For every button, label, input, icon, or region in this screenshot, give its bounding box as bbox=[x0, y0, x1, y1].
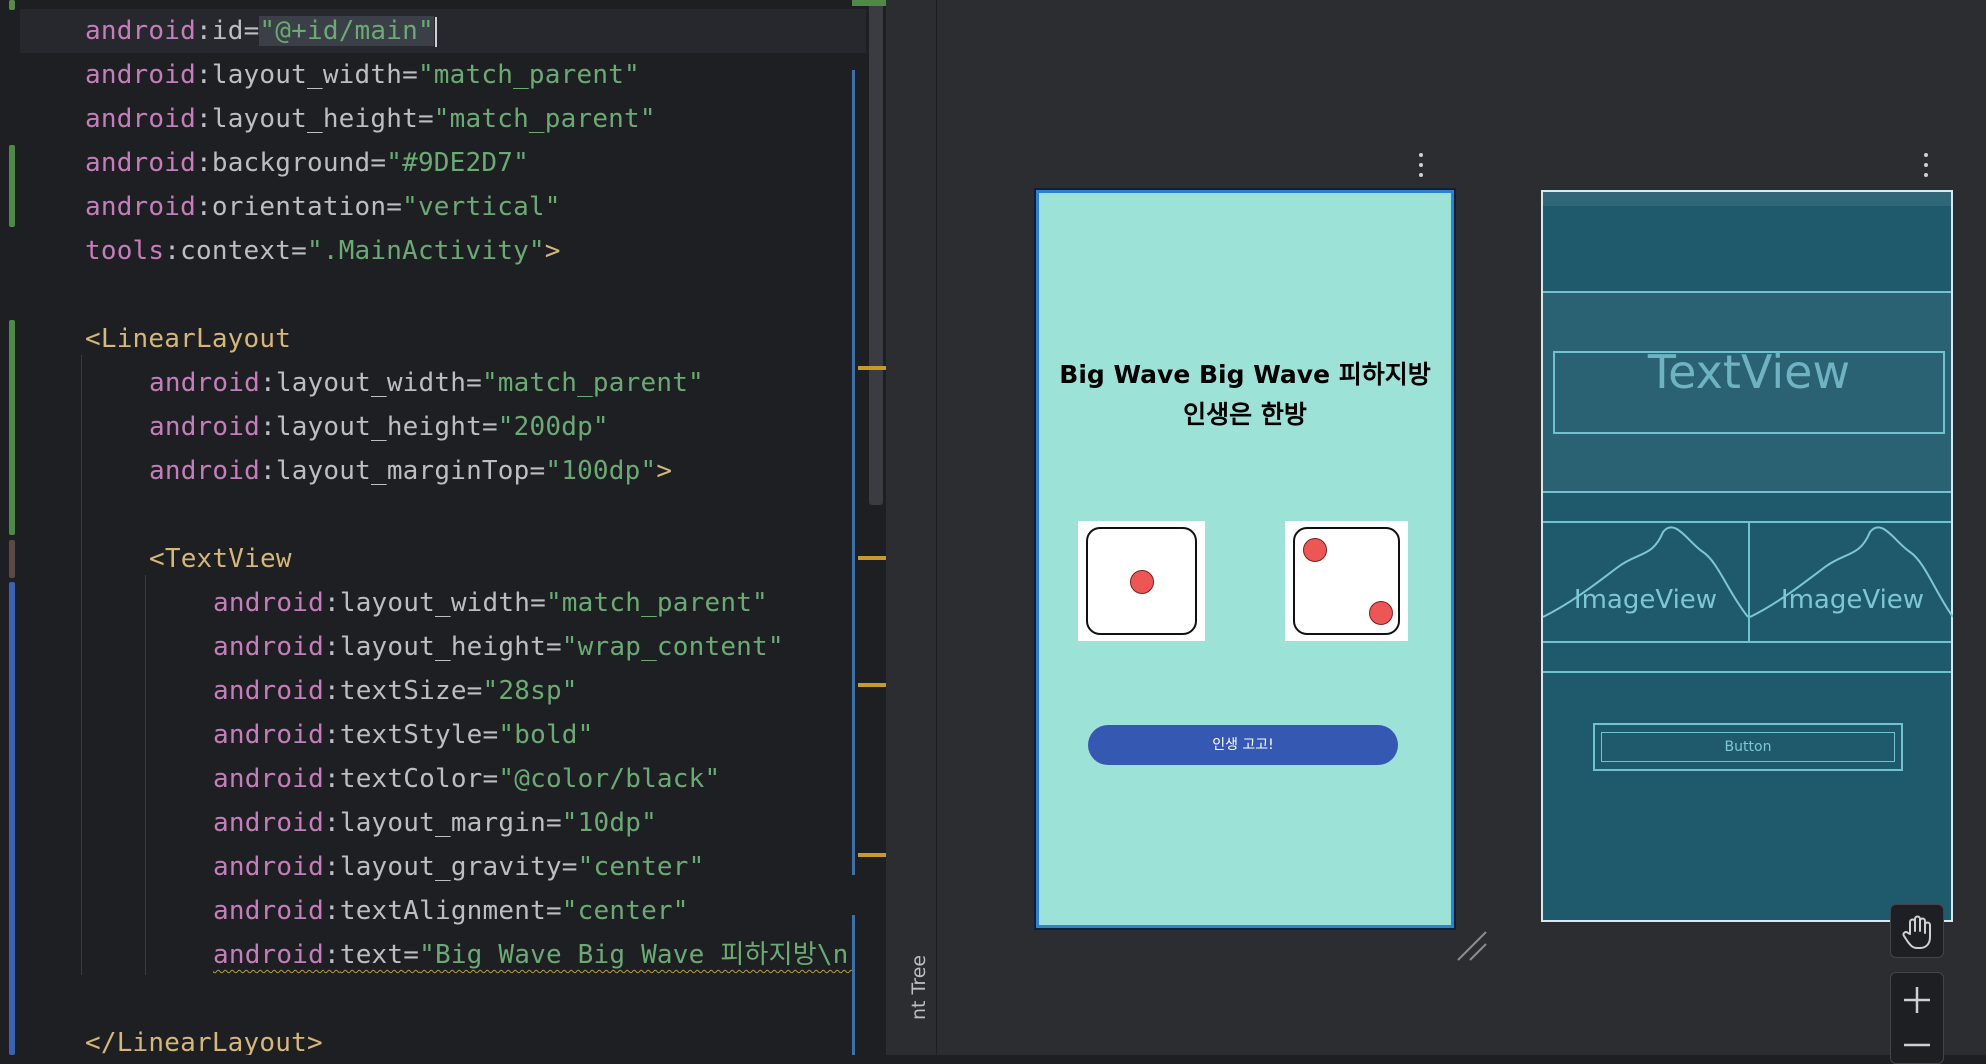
warning-marker[interactable] bbox=[858, 556, 886, 560]
text-caret bbox=[434, 16, 437, 47]
more-options-icon[interactable] bbox=[1922, 151, 1930, 179]
code-line-14[interactable]: android:layout_width="match_parent" bbox=[213, 581, 768, 625]
preview-title-line1: Big Wave Big Wave 피하지방 bbox=[1059, 360, 1431, 389]
blueprint-imageview-2[interactable]: ImageView bbox=[1750, 582, 1955, 618]
code-line-3[interactable]: android:layout_height="match_parent" bbox=[85, 97, 656, 141]
code-line-21[interactable]: android:textAlignment="center" bbox=[213, 889, 689, 933]
preview-title-text[interactable]: Big Wave Big Wave 피하지방 인생은 한방 bbox=[1039, 355, 1451, 435]
resize-handle-icon[interactable] bbox=[1454, 928, 1488, 962]
blueprint-textview-label: TextView bbox=[1647, 345, 1851, 399]
code-editor[interactable]: android:id="@+id/main" android:layout_wi… bbox=[0, 0, 886, 1055]
blueprint-button-label: Button bbox=[1724, 739, 1772, 755]
more-options-icon[interactable] bbox=[1417, 151, 1425, 179]
component-tree-strip[interactable]: nt Tree bbox=[886, 0, 937, 1055]
zoom-out-icon[interactable] bbox=[1891, 1025, 1943, 1055]
change-marker bbox=[852, 70, 855, 875]
code-line-19[interactable]: android:layout_margin="10dp" bbox=[213, 801, 657, 845]
preview-title-line2: 인생은 한방 bbox=[1183, 400, 1307, 429]
code-line-4[interactable]: android:background="#9DE2D7" bbox=[85, 141, 529, 185]
hand-icon bbox=[1902, 915, 1931, 949]
zoom-in-icon[interactable] bbox=[1891, 973, 1943, 1025]
editor-scrollbar-thumb[interactable] bbox=[869, 0, 883, 505]
warning-marker[interactable] bbox=[858, 683, 886, 687]
code-line-11[interactable]: android:layout_marginTop="100dp"> bbox=[149, 449, 672, 493]
code-line-16[interactable]: android:textSize="28sp" bbox=[213, 669, 578, 713]
code-line-22[interactable]: android:text="Big Wave Big Wave 피하지방\n 인 bbox=[213, 933, 853, 977]
blueprint-imageview-1[interactable]: ImageView bbox=[1543, 582, 1748, 618]
zoom-controls[interactable] bbox=[1890, 972, 1944, 1064]
dice-pip bbox=[1130, 570, 1154, 594]
blueprint-preview[interactable]: TextView ImageView ImageView Button bbox=[1541, 190, 1953, 922]
code-line-2[interactable]: android:layout_width="match_parent" bbox=[85, 53, 640, 97]
status-bar-area bbox=[1543, 192, 1951, 206]
blueprint-guide bbox=[1543, 491, 1951, 493]
change-marker bbox=[852, 0, 886, 6]
code-line-9[interactable]: android:layout_width="match_parent" bbox=[149, 361, 704, 405]
code-line-17[interactable]: android:textStyle="bold" bbox=[213, 713, 594, 757]
dice-pip bbox=[1369, 601, 1393, 625]
warning-marker[interactable] bbox=[858, 853, 886, 857]
dice-image-left[interactable] bbox=[1078, 521, 1205, 641]
change-marker bbox=[852, 915, 855, 1055]
code-line-10[interactable]: android:layout_height="200dp" bbox=[149, 405, 609, 449]
code-line-13[interactable]: <TextView bbox=[149, 537, 292, 581]
code-line-18[interactable]: android:textColor="@color/black" bbox=[213, 757, 720, 801]
code-line-24[interactable]: </LinearLayout> bbox=[85, 1021, 323, 1055]
warning-marker[interactable] bbox=[858, 366, 886, 370]
code-line-6[interactable]: tools:context=".MainActivity"> bbox=[85, 229, 561, 273]
pan-tool-button[interactable] bbox=[1890, 904, 1944, 958]
dice-image-right[interactable] bbox=[1285, 521, 1408, 641]
indent-guide bbox=[145, 575, 146, 975]
code-line-20[interactable]: android:layout_gravity="center" bbox=[213, 845, 704, 889]
indent-guide bbox=[81, 355, 82, 975]
component-tree-tab[interactable]: nt Tree bbox=[908, 955, 930, 1020]
code-line-1[interactable]: android:id="@+id/main" bbox=[20, 9, 866, 53]
dice-pip bbox=[1303, 538, 1327, 562]
roll-button[interactable]: 인생 고고! bbox=[1088, 725, 1398, 765]
blueprint-guide bbox=[1543, 671, 1951, 673]
code-line-15[interactable]: android:layout_height="wrap_content" bbox=[213, 625, 784, 669]
change-gutter bbox=[0, 0, 18, 1055]
code-line-5[interactable]: android:orientation="vertical" bbox=[85, 185, 561, 229]
design-preview[interactable]: Big Wave Big Wave 피하지방 인생은 한방 인생 고고! bbox=[1036, 190, 1454, 928]
code-line-8[interactable]: <LinearLayout bbox=[85, 317, 291, 361]
